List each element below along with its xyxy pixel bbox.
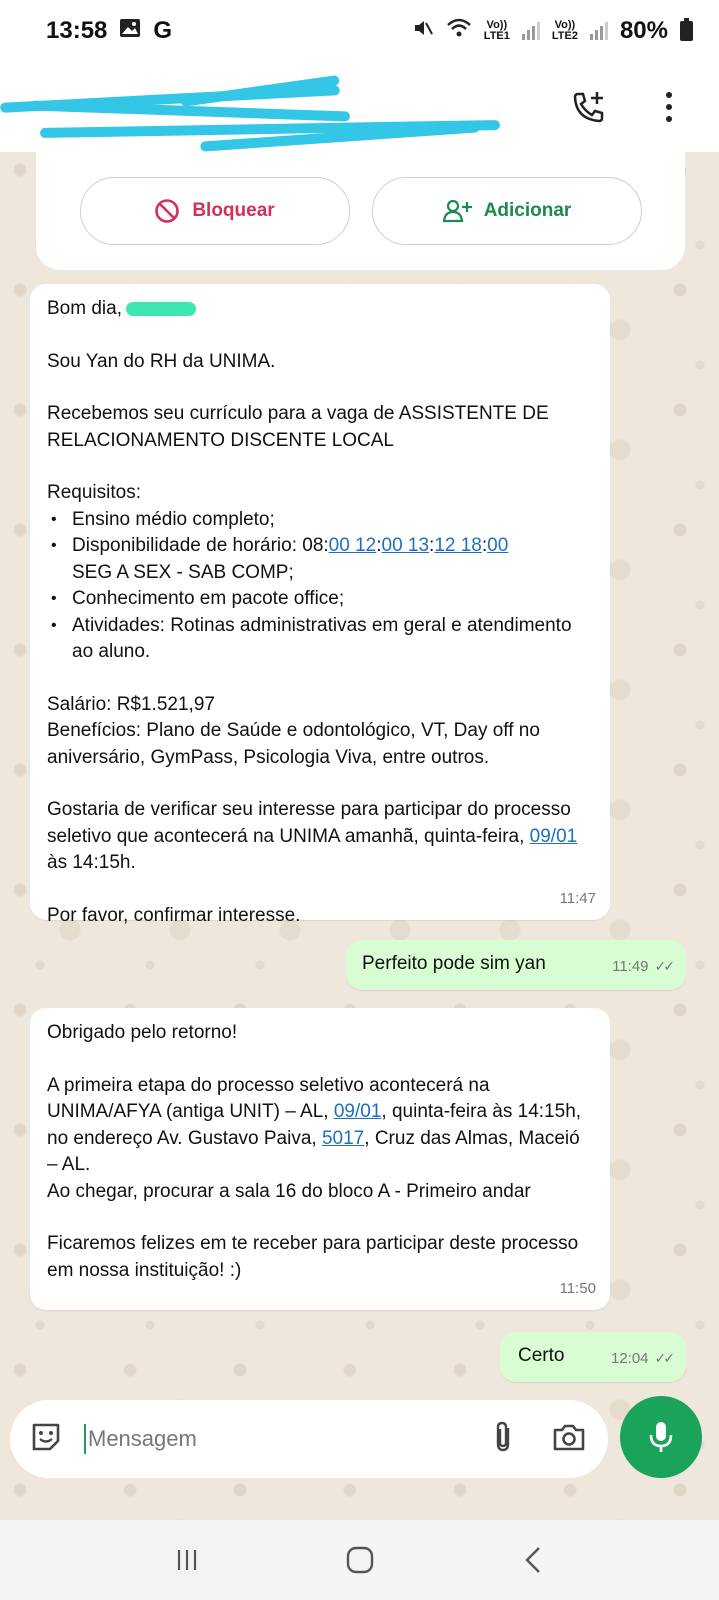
date-link[interactable]: 09/01 <box>334 1101 382 1122</box>
outgoing-message[interactable]: Perfeito pode sim yan 11:49 ✓✓ <box>346 940 686 990</box>
system-nav-bar <box>0 1520 719 1600</box>
interest-text: Gostaria de verificar seu interesse para… <box>47 799 571 847</box>
requirement-item: Atividades: Rotinas administrativas em g… <box>47 613 592 666</box>
emoji-icon[interactable] <box>28 1419 64 1460</box>
back-icon[interactable] <box>503 1530 563 1590</box>
mic-button[interactable] <box>620 1396 702 1478</box>
benefits-line: Benefícios: Plano de Saúde e odontológic… <box>47 720 540 768</box>
requirement-item: Ensino médio completo; <box>47 507 592 534</box>
battery-level: 80% <box>619 17 668 44</box>
schedule-days: SEG A SEX - SAB COMP; <box>72 561 294 583</box>
message-time: 11:50 <box>559 1279 596 1297</box>
time-text: 12:04 <box>610 1349 649 1367</box>
time-link[interactable]: 00 <box>487 535 508 556</box>
message-composer <box>10 1400 608 1478</box>
interest-time: às 14:15h. <box>47 852 136 873</box>
outgoing-message[interactable]: Certo 12:04 ✓✓ <box>500 1332 686 1382</box>
redacted-contact-info <box>0 72 501 152</box>
signal-icon-2 <box>589 22 608 40</box>
message-line: Obrigado pelo retorno! <box>47 1022 238 1043</box>
text-caret <box>84 1424 86 1454</box>
sim2-lte-label: LTE2 <box>551 30 578 42</box>
schedule-text: Disponibilidade de horário: 08: <box>72 535 329 556</box>
unknown-contact-card: Bloquear Adicionar <box>36 152 685 270</box>
header-actions <box>569 87 689 127</box>
status-time: 13:58 <box>46 17 108 44</box>
wifi-icon <box>446 17 472 46</box>
block-button[interactable]: Bloquear <box>79 177 350 245</box>
message-line: Ao chegar, procurar a sala 16 do bloco A… <box>47 1180 531 1202</box>
more-options-icon[interactable] <box>649 87 689 127</box>
message-greeting: Bom dia, <box>47 296 592 323</box>
chat-header <box>0 62 719 152</box>
time-link[interactable]: 00 13 <box>382 535 430 556</box>
number-link[interactable]: 5017 <box>322 1128 364 1149</box>
message-input[interactable] <box>88 1426 492 1452</box>
status-right: Vo)) LTE1 Vo)) LTE2 80% <box>412 17 693 46</box>
message-line: Ficaremos felizes em te receber para par… <box>47 1233 579 1281</box>
camera-icon[interactable] <box>552 1422 586 1457</box>
message-line: Sou Yan do RH da UNIMA. <box>47 350 276 372</box>
sim1-label: Vo)) LTE1 <box>484 20 510 42</box>
message-time: 11:49 ✓✓ <box>612 953 676 981</box>
battery-icon <box>680 18 693 41</box>
block-button-label: Bloquear <box>192 200 275 221</box>
sim1-lte-label: LTE1 <box>483 30 510 42</box>
home-icon[interactable] <box>330 1530 390 1590</box>
carrier-icon: G <box>153 17 173 44</box>
time-text: 11:49 <box>612 957 649 975</box>
block-icon <box>155 199 180 223</box>
recent-apps-icon[interactable] <box>157 1530 217 1590</box>
read-ticks-icon: ✓✓ <box>654 1349 676 1366</box>
requirements-title: Requisitos: <box>47 482 141 503</box>
date-link[interactable]: 09/01 <box>530 826 578 847</box>
add-call-icon[interactable] <box>569 87 609 127</box>
message-time: 11:47 <box>559 889 596 907</box>
read-ticks-icon: ✓✓ <box>654 957 676 974</box>
interest-line: Gostaria de verificar seu interesse para… <box>47 797 592 877</box>
incoming-message[interactable]: Bom dia, Sou Yan do RH da UNIMA. Recebem… <box>30 284 610 926</box>
sim2-label: Vo)) LTE2 <box>552 20 578 42</box>
greeting-text: Bom dia, <box>47 298 122 319</box>
mute-icon <box>412 17 434 46</box>
time-link[interactable]: 00 12 <box>329 535 377 556</box>
add-contact-button[interactable]: Adicionar <box>371 177 642 245</box>
requirement-item: Conhecimento em pacote office; <box>47 586 592 613</box>
signal-icon <box>521 22 540 40</box>
redacted-name <box>125 301 196 316</box>
incoming-message[interactable]: Obrigado pelo retorno! A primeira etapa … <box>30 1008 610 1310</box>
attach-icon[interactable] <box>492 1420 514 1459</box>
message-line: A primeira etapa do processo seletivo ac… <box>47 1073 592 1179</box>
confirm-line: Por favor, confirmar interesse. <box>47 904 301 926</box>
requirement-item: Disponibilidade de horário: 08:00 12:00 … <box>47 533 592 586</box>
mic-icon <box>649 1422 673 1452</box>
gallery-icon <box>119 17 141 45</box>
status-left: 13:58 G <box>46 17 172 45</box>
status-bar: 13:58 G Vo)) LTE1 Vo)) LTE2 80% <box>0 0 719 62</box>
message-line: Recebemos seu currículo para a vaga de A… <box>47 403 549 451</box>
requirements-list: Ensino médio completo; Disponibilidade d… <box>47 507 592 666</box>
time-link[interactable]: 12 18 <box>434 535 482 556</box>
add-contact-label: Adicionar <box>483 200 572 221</box>
salary-line: Salário: R$1.521,97 <box>47 693 215 715</box>
message-time: 12:04 ✓✓ <box>610 1345 676 1373</box>
add-person-icon <box>442 199 472 223</box>
